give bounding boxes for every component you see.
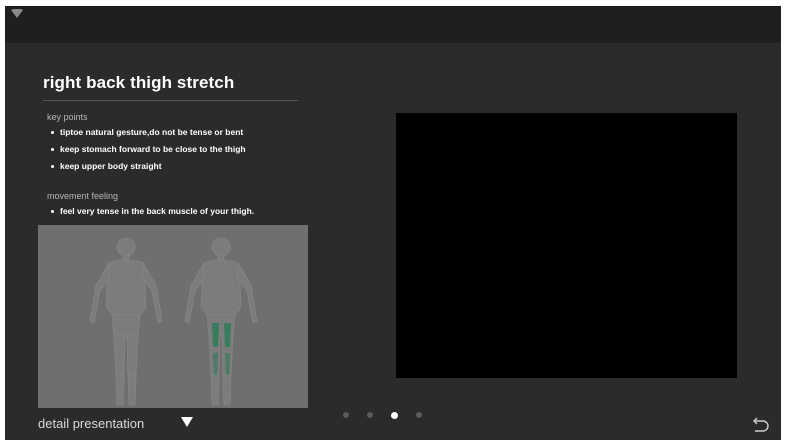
bullet-icon <box>51 147 54 151</box>
title-divider <box>43 100 298 101</box>
page-dot-1[interactable] <box>343 412 349 418</box>
key-points-list: tiptoe natural gesture,do not be tense o… <box>47 124 246 175</box>
anatomy-illustration <box>89 237 258 406</box>
bullet-icon <box>51 130 54 134</box>
wifi-icon <box>11 9 23 18</box>
exercise-title: right back thigh stretch <box>43 73 235 92</box>
anatomy-panel <box>38 225 308 408</box>
movement-feeling-heading: movement feeling <box>47 191 119 201</box>
status-bar <box>5 6 781 43</box>
key-points-heading: key points <box>47 112 88 122</box>
bullet-icon <box>51 164 54 168</box>
page-dot-2[interactable] <box>367 412 373 418</box>
key-point-item: tiptoe natural gesture,do not be tense o… <box>47 124 246 141</box>
page-indicator <box>343 411 440 419</box>
exercise-video[interactable] <box>396 113 737 378</box>
movement-feeling-list: feel very tense in the back muscle of yo… <box>47 203 254 220</box>
triangle-down-icon[interactable] <box>181 417 193 427</box>
exercise-detail: right back thigh stretch key points tipt… <box>5 43 781 440</box>
back-body-figure <box>184 237 258 406</box>
key-point-item: keep upper body straight <box>47 158 246 175</box>
page-dot-4[interactable] <box>416 412 422 418</box>
key-point-item: keep stomach forward to be close to the … <box>47 141 246 158</box>
movement-feeling-item: feel very tense in the back muscle of yo… <box>47 203 254 220</box>
return-icon[interactable] <box>751 417 769 433</box>
app-screen: right back thigh stretch key points tipt… <box>5 6 781 440</box>
bullet-icon <box>51 209 54 213</box>
front-body-figure <box>89 237 163 406</box>
page-dot-3-active[interactable] <box>391 411 398 419</box>
detail-presentation-label[interactable]: detail presentation <box>38 416 144 431</box>
